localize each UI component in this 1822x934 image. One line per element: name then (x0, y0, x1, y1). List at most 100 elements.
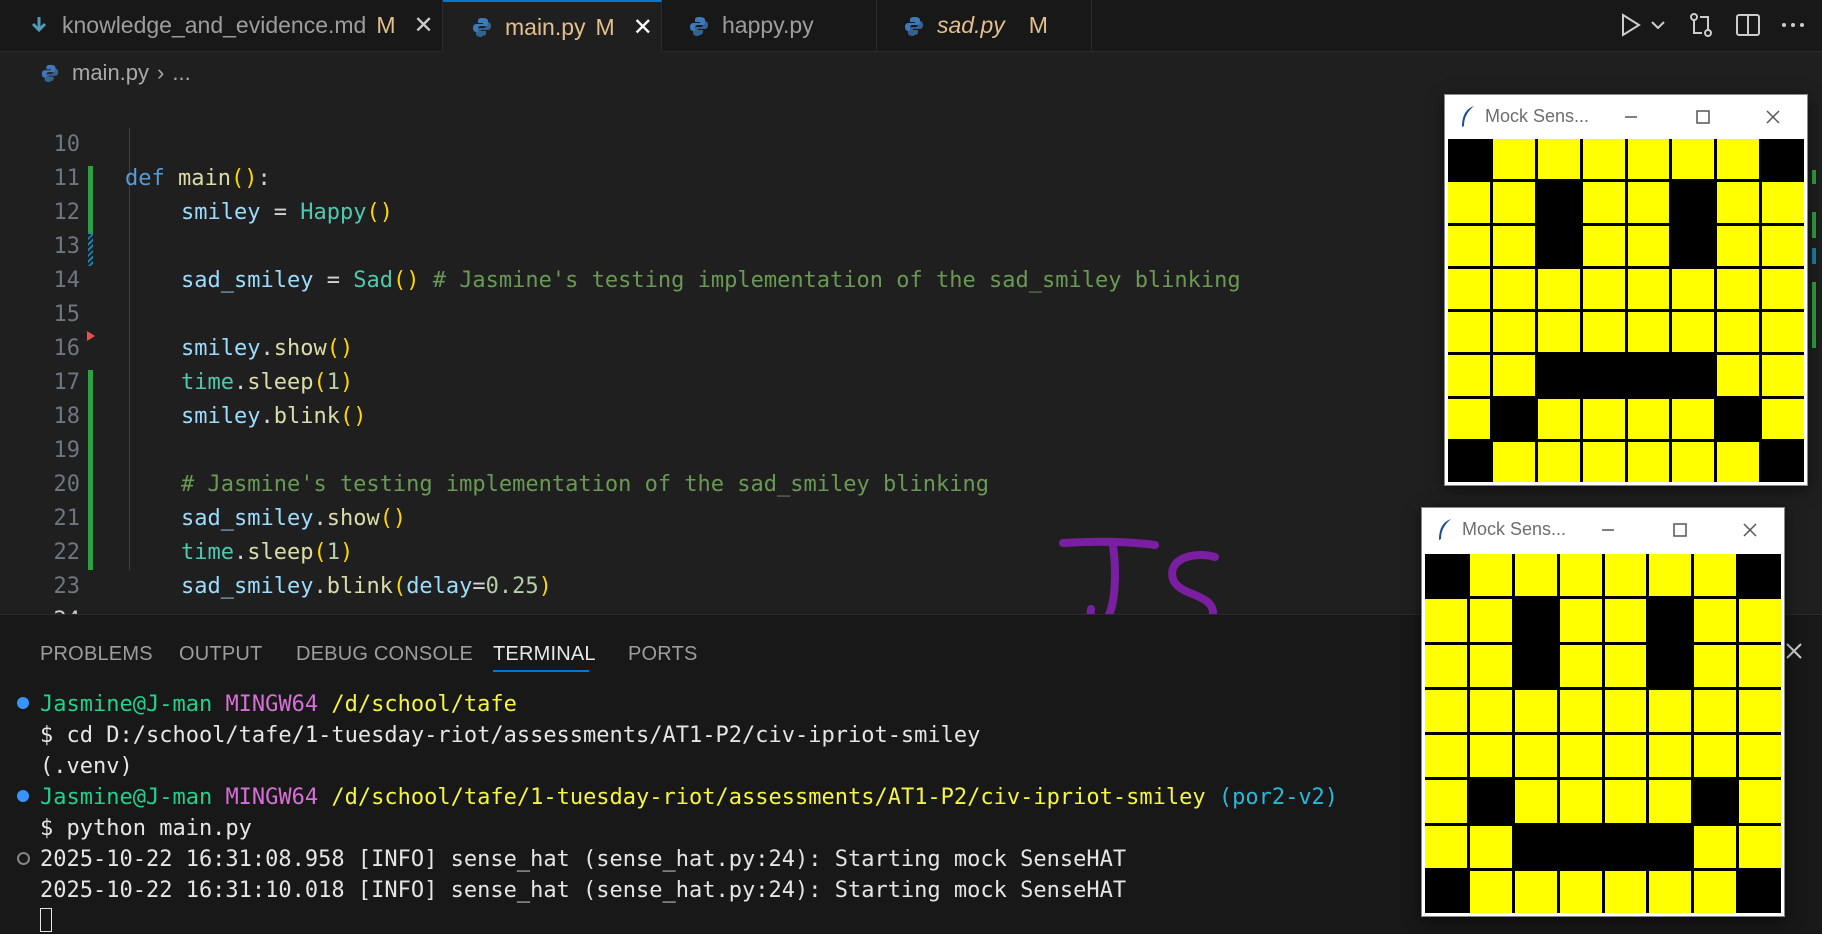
tab-output[interactable]: OUTPUT (179, 643, 262, 666)
git-added-marker (88, 370, 93, 570)
led-pixel (1425, 735, 1467, 778)
led-pixel (1672, 225, 1715, 266)
led-pixel (1514, 825, 1557, 868)
led-pixel (1537, 312, 1580, 353)
close-icon[interactable]: ✕ (633, 13, 653, 42)
tab-knowledge-and-evidence[interactable]: knowledge_and_evidence.md M ✕ (0, 0, 443, 51)
tab-debug-console[interactable]: DEBUG CONSOLE (296, 643, 473, 666)
minimize-icon[interactable] (1623, 109, 1639, 125)
feather-icon (1462, 106, 1474, 127)
led-pixel (1514, 554, 1557, 597)
led-pixel (1604, 554, 1647, 597)
led-pixel (1739, 644, 1781, 687)
breadcrumb-symbol[interactable]: ... (172, 60, 190, 86)
close-icon[interactable] (1782, 639, 1806, 663)
led-pixel (1694, 554, 1737, 597)
led-pixel (1762, 355, 1804, 396)
led-pixel (1582, 441, 1625, 482)
window-title: Mock Sens... (1485, 106, 1590, 126)
minimize-icon[interactable] (1600, 522, 1616, 538)
led-pixel (1425, 599, 1467, 642)
led-pixel (1537, 398, 1580, 439)
led-pixel (1649, 870, 1692, 913)
led-pixel (1492, 441, 1535, 482)
chevron-down-icon[interactable] (1648, 10, 1668, 40)
split-editor-icon[interactable] (1733, 10, 1763, 40)
led-pixel (1582, 182, 1625, 223)
led-pixel (1559, 644, 1602, 687)
led-pixel (1649, 644, 1692, 687)
tab-label: happy.py (722, 12, 814, 38)
maximize-icon[interactable] (1672, 522, 1688, 538)
close-icon[interactable]: ✕ (414, 11, 434, 40)
led-pixel (1582, 225, 1625, 266)
tab-happy-py[interactable]: happy.py (662, 0, 877, 51)
led-pixel (1627, 139, 1670, 180)
tab-sad-py[interactable]: sad.py M (877, 0, 1092, 51)
led-pixel (1672, 139, 1715, 180)
led-pixel (1604, 689, 1647, 732)
tab-ports[interactable]: PORTS (628, 643, 698, 666)
window-titlebar[interactable]: Mock Sens... (1445, 95, 1807, 139)
led-pixel (1492, 355, 1535, 396)
led-pixel (1604, 870, 1647, 913)
led-pixel (1762, 139, 1804, 180)
led-pixel (1537, 355, 1580, 396)
led-pixel (1582, 312, 1625, 353)
led-pixel (1559, 689, 1602, 732)
terminal-log-line: 2025-10-22 16:31:10.018 [INFO] sense_hat… (40, 878, 1127, 903)
led-pixel (1425, 554, 1467, 597)
led-pixel (1739, 735, 1781, 778)
led-pixel (1448, 355, 1490, 396)
led-pixel (1559, 735, 1602, 778)
maximize-icon[interactable] (1695, 109, 1711, 125)
close-icon[interactable] (1765, 109, 1781, 125)
led-pixel (1425, 870, 1467, 913)
led-pixel (1469, 644, 1512, 687)
mock-sensehat-window-2[interactable]: Mock Sens... (1421, 507, 1785, 917)
tab-main-py[interactable]: main.py M ✕ (443, 0, 662, 52)
led-pixel (1604, 735, 1647, 778)
led-pixel (1649, 825, 1692, 868)
compare-changes-icon[interactable] (1686, 10, 1716, 40)
led-pixel (1425, 780, 1467, 823)
led-pixel (1649, 689, 1692, 732)
led-pixel (1604, 825, 1647, 868)
led-pixel (1739, 870, 1781, 913)
code-line: 16 time.sleep(1) (0, 298, 354, 395)
led-pixel (1492, 139, 1535, 180)
code-line: 21 time.sleep(1) (0, 468, 354, 565)
led-pixel (1492, 398, 1535, 439)
led-pixel (1717, 225, 1760, 266)
mock-sensehat-window-1[interactable]: Mock Sens... (1444, 94, 1808, 486)
led-pixel (1762, 225, 1804, 266)
led-pixel (1649, 735, 1692, 778)
code-line: 19 # Jasmine's testing implementation of… (0, 400, 989, 497)
led-pixel (1694, 644, 1737, 687)
led-pixel (1717, 268, 1760, 309)
command-success-icon (17, 790, 29, 802)
git-deleted-marker (87, 331, 95, 341)
modified-badge: M (376, 12, 396, 38)
led-pixel (1739, 689, 1781, 732)
breadcrumb-file[interactable]: main.py (72, 60, 149, 86)
more-actions-icon[interactable] (1778, 10, 1808, 40)
led-pixel (1627, 268, 1670, 309)
code-line: 18 (0, 366, 81, 429)
terminal-log-line: 2025-10-22 16:31:08.958 [INFO] sense_hat… (40, 847, 1127, 872)
led-pixel (1627, 355, 1670, 396)
led-pixel (1762, 182, 1804, 223)
led-pixel (1425, 825, 1467, 868)
led-pixel (1448, 225, 1490, 266)
window-titlebar[interactable]: Mock Sens... (1422, 508, 1784, 552)
led-pixel (1627, 398, 1670, 439)
led-pixel (1717, 139, 1760, 180)
tab-terminal[interactable]: TERMINAL (493, 643, 596, 666)
led-pixel (1649, 599, 1692, 642)
led-pixel (1425, 689, 1467, 732)
tab-problems[interactable]: PROBLEMS (40, 643, 153, 666)
run-icon[interactable] (1615, 10, 1645, 40)
led-pixel (1762, 398, 1804, 439)
close-icon[interactable] (1742, 522, 1758, 538)
led-pixel (1559, 599, 1602, 642)
